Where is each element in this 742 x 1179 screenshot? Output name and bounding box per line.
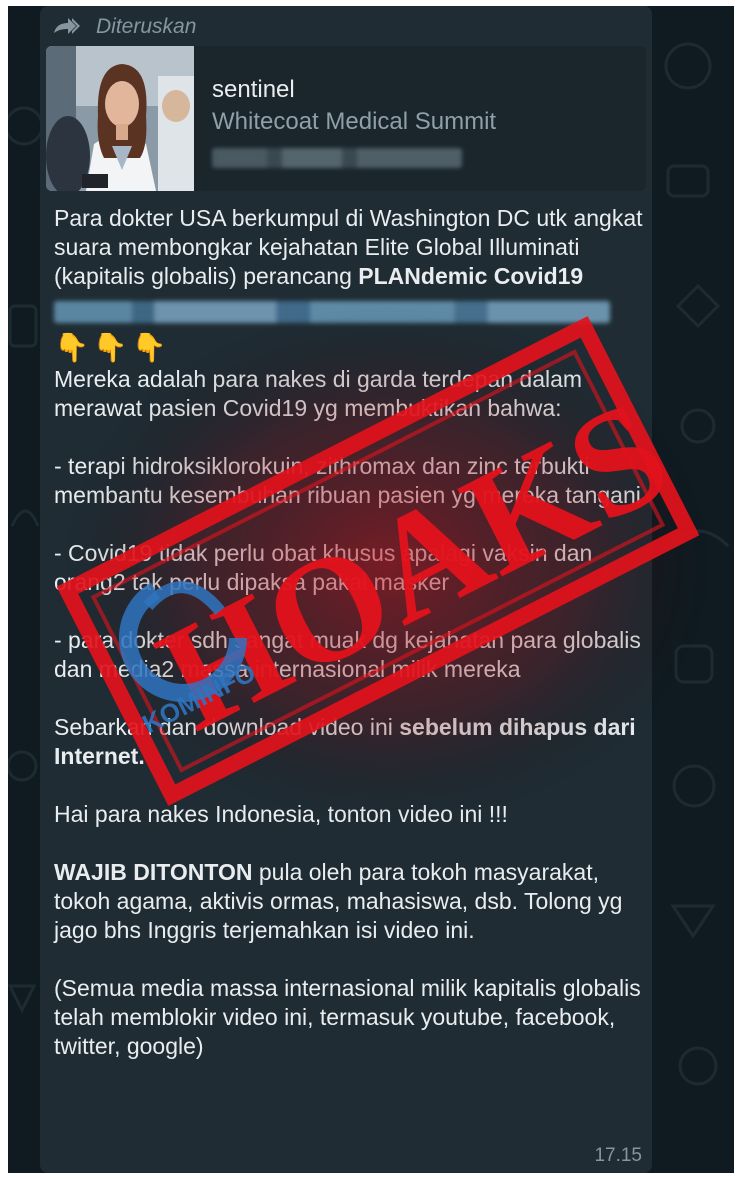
message-paragraph-5: Sebarkan dan download video ini sebelum … — [54, 714, 636, 769]
forwarded-indicator: Diteruskan — [52, 10, 196, 44]
message-intro: Para dokter USA berkumpul di Washington … — [54, 205, 643, 289]
preview-subtitle: Whitecoat Medical Summit — [212, 108, 497, 135]
chat-screen: Diteruskan sentinel Whitecoat Medical Su… — [8, 6, 734, 1173]
pointing-down-emoji: 👇👇👇 — [54, 332, 171, 363]
message-body: Para dokter USA berkumpul di Washington … — [54, 204, 644, 1061]
message-paragraph-4: - para dokter sdh sangat muak dg kejahat… — [54, 627, 641, 682]
message-link-redacted[interactable] — [54, 301, 610, 323]
preview-title: sentinel — [212, 76, 295, 103]
message-paragraph-3: - Covid19 tidak perlu obat khusus apalag… — [54, 540, 593, 595]
forwarded-message-bubble[interactable]: Diteruskan sentinel Whitecoat Medical Su… — [40, 6, 652, 1173]
message-timestamp: 17.15 — [594, 1145, 642, 1166]
preview-url-redacted — [212, 148, 462, 168]
message-paragraph-2: - terapi hidroksiklorokuin, zithromax da… — [54, 453, 641, 508]
message-paragraph-6: Hai para nakes Indonesia, tonton video i… — [54, 801, 508, 827]
preview-thumbnail — [46, 46, 194, 191]
message-paragraph-8: (Semua media massa internasional milik k… — [54, 975, 641, 1059]
message-paragraph-7: WAJIB DITONTON pula oleh para tokoh masy… — [54, 859, 623, 943]
forward-arrows-icon — [54, 18, 80, 34]
forwarded-label: Diteruskan — [96, 15, 197, 38]
message-paragraph-1: Mereka adalah para nakes di garda terdep… — [54, 366, 583, 421]
message-intro-bold: PLANdemic Covid19 — [358, 263, 584, 289]
link-preview-card[interactable]: sentinel Whitecoat Medical Summit — [46, 46, 646, 191]
message-paragraph-7-bold: WAJIB DITONTON — [54, 859, 253, 885]
